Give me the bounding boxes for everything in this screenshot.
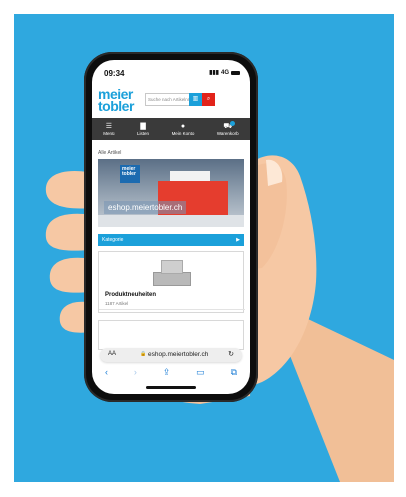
reader-aa-button[interactable]: AA <box>108 351 116 357</box>
hero-logo-sign: meier tobler <box>120 165 140 183</box>
product-image <box>151 258 191 286</box>
list-doc-icon: ▇ <box>140 122 146 130</box>
cart-badge <box>230 121 235 126</box>
main-nav: ☰ Menü ▇ Listen ● Mein Konto ⛟ Warenkorb <box>92 118 250 140</box>
nav-label: Menü <box>103 130 115 136</box>
product-card-count: 1187 Artikel <box>105 301 129 306</box>
logo-line-2: tobler <box>98 98 134 114</box>
product-card[interactable]: Produktneuheiten 1187 Artikel <box>98 251 245 313</box>
reload-icon[interactable]: ↻ <box>228 350 234 358</box>
card-divider <box>99 309 245 310</box>
status-bar: 09:34 ▮▮▮ 4G <box>92 60 250 82</box>
category-label: Kategorie <box>102 237 124 243</box>
hero-url: eshop.meiertobler.ch <box>104 201 187 214</box>
nav-item-account[interactable]: ● Mein Konto <box>172 123 195 136</box>
bookmarks-icon[interactable]: ▭ <box>196 367 205 378</box>
browser-toolbar: ‹ › ⇪ ▭ ⧉ <box>92 364 250 380</box>
url-text: eshop.meiertobler.ch <box>148 351 209 358</box>
brand-logo[interactable]: meier tobler <box>98 87 134 114</box>
nav-label: Listen <box>137 130 150 136</box>
category-dropdown[interactable]: Kategorie ▶ <box>98 234 244 246</box>
home-indicator <box>146 386 196 389</box>
hero-sign-line-2: tobler <box>122 171 136 177</box>
hero-banner[interactable]: meier tobler eshop.meiertobler.ch <box>98 159 244 227</box>
nav-item-menu[interactable]: ☰ Menü <box>103 123 114 136</box>
section-title: Alle Artikel <box>98 150 122 156</box>
menu-icon: ☰ <box>105 122 113 130</box>
forward-icon[interactable]: › <box>134 367 137 377</box>
barcode-scan-button[interactable]: ▥ <box>189 93 202 106</box>
barcode-icon: ▥ <box>192 96 199 102</box>
product-card-title: Produktneuheiten <box>105 292 157 298</box>
search-icon: ⌕ <box>206 96 211 102</box>
tabs-icon[interactable]: ⧉ <box>231 367 237 378</box>
network-label: 4G <box>220 69 229 76</box>
nav-item-lists[interactable]: ▇ Listen <box>137 123 149 136</box>
nav-item-cart[interactable]: ⛟ Warenkorb <box>217 123 239 136</box>
product-card-next[interactable] <box>98 320 244 350</box>
booth-floor <box>98 215 244 227</box>
share-icon[interactable]: ⇪ <box>163 367 171 378</box>
nav-label: Mein Konto <box>171 130 195 136</box>
battery-icon <box>231 70 240 75</box>
phone-screen: 09:34 ▮▮▮ 4G meier tobler Suche nach Art… <box>92 60 250 394</box>
status-signal: ▮▮▮ 4G <box>209 69 240 76</box>
search-button[interactable]: ⌕ <box>202 93 215 106</box>
signal-icon: ▮▮▮ <box>209 70 219 76</box>
nav-label: Warenkorb <box>216 130 239 136</box>
chevron-right-icon: ▶ <box>236 237 240 243</box>
user-icon: ● <box>180 122 186 130</box>
lock-icon: 🔒 <box>140 351 147 357</box>
back-icon[interactable]: ‹ <box>105 367 108 377</box>
site-header: meier tobler Suche nach Artikelnr. ▥ ⌕ <box>92 84 250 118</box>
search-input[interactable]: Suche nach Artikelnr. <box>145 93 189 106</box>
status-time: 09:34 <box>104 69 125 78</box>
browser-url-bar[interactable]: AA 🔒 eshop.meiertobler.ch ↻ <box>100 348 242 362</box>
